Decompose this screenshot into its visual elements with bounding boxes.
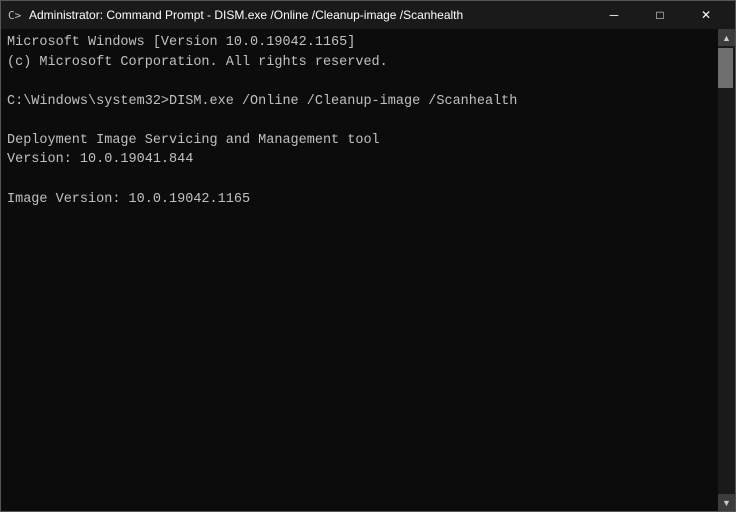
window-title: Administrator: Command Prompt - DISM.exe… bbox=[29, 8, 591, 22]
console-container: Microsoft Windows [Version 10.0.19042.11… bbox=[1, 29, 735, 511]
cmd-icon: C> bbox=[7, 7, 23, 23]
minimize-button[interactable]: ─ bbox=[591, 1, 637, 29]
scrollbar-track[interactable] bbox=[718, 46, 735, 494]
cmd-window: C> Administrator: Command Prompt - DISM.… bbox=[0, 0, 736, 512]
close-button[interactable]: ✕ bbox=[683, 1, 729, 29]
window-controls: ─ □ ✕ bbox=[591, 1, 729, 29]
title-bar: C> Administrator: Command Prompt - DISM.… bbox=[1, 1, 735, 29]
maximize-button[interactable]: □ bbox=[637, 1, 683, 29]
console-text-content: Microsoft Windows [Version 10.0.19042.11… bbox=[7, 33, 712, 511]
scrollbar[interactable]: ▲ ▼ bbox=[718, 29, 735, 511]
scroll-down-button[interactable]: ▼ bbox=[718, 494, 735, 511]
console-output[interactable]: Microsoft Windows [Version 10.0.19042.11… bbox=[1, 29, 718, 511]
scroll-up-button[interactable]: ▲ bbox=[718, 29, 735, 46]
svg-text:C>: C> bbox=[8, 9, 22, 22]
scrollbar-thumb[interactable] bbox=[718, 48, 733, 88]
